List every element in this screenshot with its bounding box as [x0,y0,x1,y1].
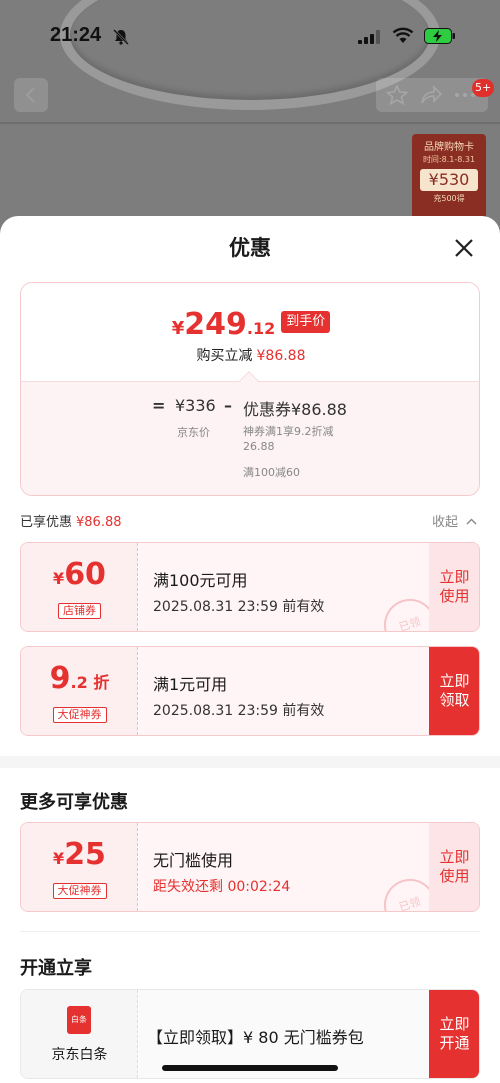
coupon-amount: 9.2 折 [21,661,138,696]
enjoyed-discount-row: 已享优惠 ¥86.88 收起 [20,510,480,530]
top-actions-bar [376,78,488,112]
star-icon[interactable] [386,85,408,105]
coupon-value: 60 [64,557,106,592]
coupon-type-label: 店铺券 [58,603,101,619]
battery-charging-icon [424,28,455,44]
coupon-detail-line: 满100减60 [243,466,300,479]
coupon-value-section: 9.2 折 大促神券 [21,647,138,735]
coupon-value-section: ¥60 店铺券 [21,543,138,631]
coupon-condition: 满100元可用 [153,571,248,590]
coupon-value: 9 [49,661,71,696]
coupon-card: ¥25 大促神券 无门槛使用 距失效还剩 00:02:24 已领 立即 使用 [20,822,480,912]
status-time: 21:24 [50,24,102,46]
final-price-section: ¥249.12 到手价 购买立减 ¥86.88 [21,283,479,381]
coupon-card: ¥60 店铺券 满100元可用 2025.08.31 23:59 前有效 已领 … [20,542,480,632]
price-currency: ¥ [171,318,185,339]
brand-card-condition: 充500得 [433,194,465,203]
coupon-countdown: 距失效还剩 00:02:24 [153,879,291,895]
action-label-line2: 领取 [439,691,470,709]
price-decimal: .12 [246,319,276,338]
coupon-detail-line: 神券满1享9.2折减26.88 [243,425,334,453]
action-label-line2: 使用 [439,587,470,605]
coupon-currency: ¥ [53,569,65,588]
price-summary-card: ¥249.12 到手价 购买立减 ¥86.88 = ¥336 – 优惠券¥86.88… [20,282,480,496]
coupon-value-section: ¥25 大促神券 [21,823,138,911]
formula-minus: – [224,396,232,415]
coupon-info-section: 无门槛使用 距失效还剩 00:02:24 已领 [139,823,443,911]
coupon-type: 店铺券 [21,599,138,619]
formula-equals: = [152,396,166,415]
coupon-amount: ¥25 [21,837,138,872]
header-divider [0,122,500,124]
final-price: ¥249.12 到手价 [21,307,479,342]
sheet-title: 优惠 [229,236,271,260]
coupon-validity: 2025.08.31 23:59 前有效 [153,703,325,719]
action-label-line1: 立即 [439,568,470,586]
enjoyed-label-text: 已享优惠 [20,515,73,530]
coupon-condition: 满1元可用 [153,675,228,694]
divider [20,931,480,932]
coupon-condition: 无门槛使用 [153,851,234,870]
brand-card-title: 品牌购物卡 [424,142,474,153]
collapse-button[interactable]: 收起 [432,511,477,530]
brand-card-time: 时间:8.1-8.31 [422,155,476,164]
final-price-tag: 到手价 [281,311,331,333]
bell-muted-icon [113,29,129,45]
coupon-type-label: 大促神券 [52,883,107,899]
coupon-type: 大促神券 [21,703,138,723]
baitiao-logo-icon: 白条 [67,1006,91,1034]
use-now-button[interactable]: 立即 使用 [429,823,479,911]
saving-amount: ¥86.88 [256,348,306,364]
saving-row: 购买立减 ¥86.88 [21,345,479,365]
chevron-left-icon [25,87,35,103]
action-label-line2: 开通 [439,1034,470,1052]
coupon-info-section: 满1元可用 2025.08.31 23:59 前有效 [139,647,429,735]
jd-price-label: 京东价 [177,426,210,439]
wifi-icon [392,27,414,43]
section-divider [0,756,500,768]
discount-sheet: 优惠 ¥249.12 到手价 购买立减 ¥86.88 = ¥336 – 优惠券¥86… [0,216,500,1083]
coupon-value-suffix: .2 折 [70,673,110,692]
action-label-line1: 立即 [439,672,470,690]
coupon-card: 9.2 折 大促神券 满1元可用 2025.08.31 23:59 前有效 立即… [20,646,480,736]
share-icon[interactable] [420,85,442,105]
more-discounts-title: 更多可享优惠 [20,792,128,813]
coupon-info-section: 满100元可用 2025.08.31 23:59 前有效 已领 [139,543,443,631]
jd-price: ¥336 [175,396,216,415]
action-label-line1: 立即 [439,848,470,866]
activate-now-button[interactable]: 立即 开通 [429,990,479,1078]
status-bar: 21:24 [0,0,500,72]
coupon-amount: ¥60 [21,557,138,592]
signal-icon [358,30,380,44]
price-breakdown-section: = ¥336 – 优惠券¥86.88 京东价 神券满1享9.2折减26.88 满… [21,381,479,495]
coupon-total: 优惠券¥86.88 [243,400,347,419]
message-badge: 5+ [472,79,495,97]
baitiao-brand-section: 白条 京东白条 [21,990,138,1078]
saving-label: 购买立减 [196,348,253,364]
close-icon[interactable] [452,236,476,260]
enjoyed-amount: ¥86.88 [76,515,122,530]
action-label-line1: 立即 [439,1015,470,1033]
coupon-type-label: 大促神券 [52,707,107,723]
coupon-validity: 2025.08.31 23:59 前有效 [153,599,325,615]
coupon-currency: ¥ [53,849,65,868]
price-integer: 249 [184,307,247,342]
back-button[interactable] [14,78,48,112]
home-indicator [162,1065,338,1071]
brand-card-amount: ¥530 [420,169,478,191]
use-now-button[interactable]: 立即 使用 [429,543,479,631]
enjoyed-label: 已享优惠 ¥86.88 [20,511,122,530]
baitiao-offer-text: 【立即领取】¥ 80 无门槛券包 [147,1028,364,1047]
baitiao-name: 京东白条 [51,1047,108,1063]
open-to-enjoy-title: 开通立享 [20,958,92,979]
collapse-label: 收起 [432,515,459,530]
coupon-value: 25 [64,837,106,872]
coupon-type: 大促神券 [21,879,138,899]
chevron-up-icon [466,518,477,525]
action-label-line2: 使用 [439,867,470,885]
claim-now-button[interactable]: 立即 领取 [429,647,479,735]
brand-gift-card-banner[interactable]: 品牌购物卡 时间:8.1-8.31 ¥530 充500得 [412,134,486,218]
